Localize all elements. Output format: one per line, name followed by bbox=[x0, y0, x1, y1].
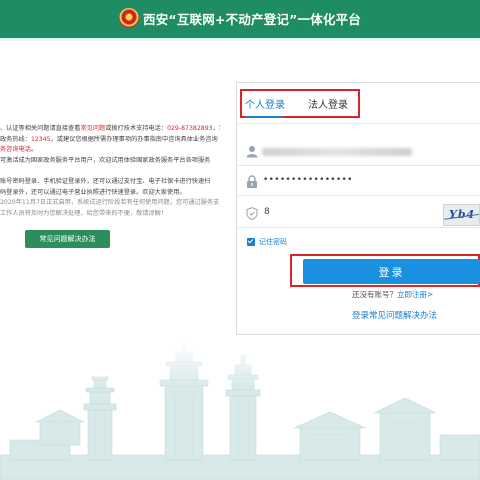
top-header: 西安“互联网+不动产登记”一体化平台 bbox=[0, 0, 480, 38]
notice-line: 工作人员将及时为您解决处理，给您带来的不便，敬请谅解！ bbox=[0, 209, 168, 217]
site-title: 西安“互联网+不动产登记”一体化平台 bbox=[143, 12, 362, 27]
password-value: •••••••••••••••• bbox=[263, 175, 353, 185]
notice-line: 2020年11月7日正式启用，系统试运行阶段若有任何使用问题，您可通过服务支 bbox=[0, 199, 220, 207]
lock-icon bbox=[247, 175, 257, 188]
login-faq-link[interactable]: 登录常见问题解决办法 bbox=[352, 309, 437, 321]
tab-personal-login[interactable]: 个人登录 bbox=[245, 96, 285, 111]
emblem-logo bbox=[119, 8, 139, 28]
notice-line: 、认证等相关问题请直接查看常见问题或拨打技术支持电话：029-87382893，… bbox=[0, 125, 220, 132]
faq-button[interactable]: 常见问题解决办法 bbox=[25, 230, 110, 248]
register-link[interactable]: 立即注册> bbox=[397, 289, 433, 300]
notice-line: 可激活成为国家政务服务平台用户，欢迎试用体验国家政务服务平台各项服务 bbox=[0, 156, 211, 164]
captcha-image[interactable]: Yb4 bbox=[443, 204, 480, 226]
shield-check-icon bbox=[246, 207, 258, 220]
notice-text: 、认证等相关问题请直接查看常见问题或拨打技术支持电话：029-87382893，… bbox=[0, 124, 220, 219]
tabs-divider bbox=[238, 123, 480, 124]
captcha-value: 8 bbox=[264, 207, 270, 217]
notice-line bbox=[0, 166, 220, 177]
remember-password-label[interactable]: 记住密码 bbox=[259, 237, 287, 247]
notice-line: 务咨询电话。 bbox=[0, 146, 38, 154]
notice-line: 账号密码登录、手机验证登录外，还可以通过支付宝、电子社保卡进行快速扫 bbox=[0, 177, 211, 185]
username-field[interactable] bbox=[238, 138, 480, 166]
username-value-blurred bbox=[262, 148, 412, 156]
notice-line: 码登录外，还可以通过电子营业执照进行快速登录。欢迎大家使用。 bbox=[0, 188, 186, 196]
tab-legal-login[interactable]: 法人登录 bbox=[308, 96, 348, 111]
user-icon bbox=[246, 146, 258, 158]
no-account-text: 还没有账号？ bbox=[352, 290, 397, 299]
active-tab-indicator bbox=[245, 116, 283, 118]
remember-password-checkbox[interactable] bbox=[247, 238, 255, 246]
notice-line: 政务热线：12345，或建议您根据所需办理事项的办事指南中咨询具体业务咨询 bbox=[0, 135, 218, 143]
login-button[interactable]: 登录 bbox=[303, 259, 480, 284]
city-skyline-illustration bbox=[0, 340, 480, 480]
header-divider bbox=[0, 38, 480, 41]
password-field[interactable]: •••••••••••••••• bbox=[238, 168, 480, 196]
